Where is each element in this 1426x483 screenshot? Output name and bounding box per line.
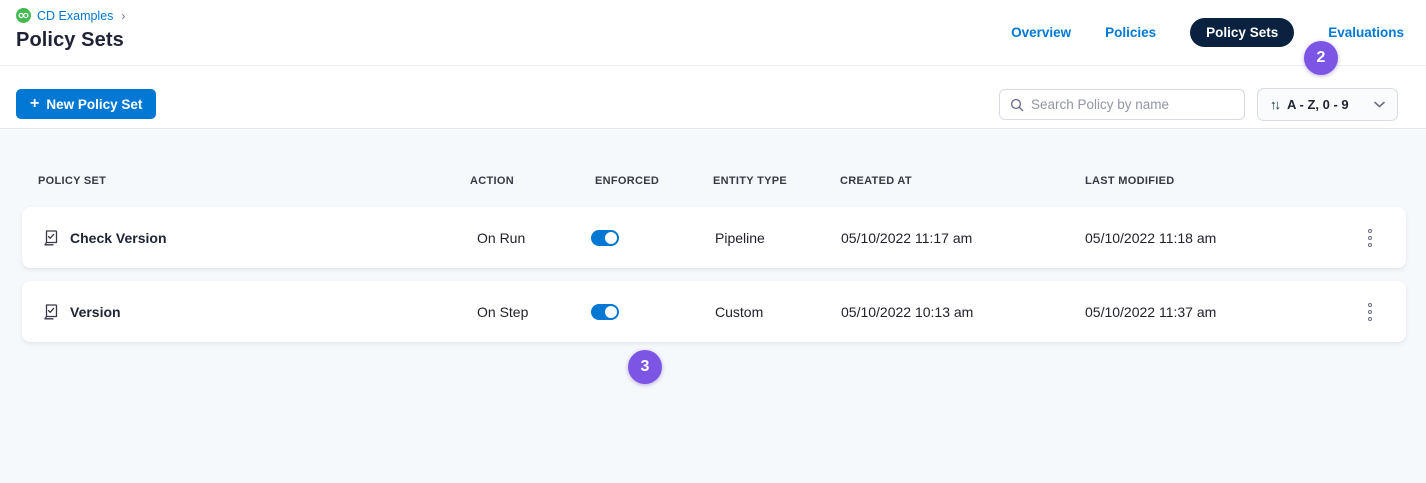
entity-type-value: Pipeline [715,230,765,246]
last-modified-value: 05/10/2022 11:37 am [1085,304,1216,320]
created-at-value: 05/10/2022 11:17 am [841,230,972,246]
column-header-policy-set: POLICY SET [38,175,106,187]
column-header-last-modified: LAST MODIFIED [1085,175,1174,187]
breadcrumb-chevron-icon: › [121,9,125,23]
annotation-badge-3: 3 [628,350,662,384]
table-header-row: POLICY SET ACTION ENFORCED ENTITY TYPE C… [0,175,1426,191]
annotation-badge-2: 2 [1304,41,1338,75]
policy-set-name: Version [70,304,121,320]
plus-icon: + [30,96,39,112]
enforced-toggle[interactable] [591,230,619,246]
tab-overview[interactable]: Overview [1011,25,1071,40]
action-value: On Run [477,230,525,246]
tab-policy-sets[interactable]: Policy Sets [1190,18,1294,47]
enforced-toggle[interactable] [591,304,619,320]
page-header: CD Examples › Policy Sets Overview Polic… [0,0,1426,66]
row-options-menu-icon[interactable] [1362,299,1378,325]
action-value: On Step [477,304,528,320]
column-header-created-at: CREATED AT [840,175,912,187]
search-icon [1010,98,1024,112]
top-nav-tabs: Overview Policies Policy Sets Evaluation… [1011,18,1404,47]
tab-policies[interactable]: Policies [1105,25,1156,40]
toolbar: + New Policy Set ↑↓ A - Z, 0 - 9 [0,67,1426,129]
entity-type-value: Custom [715,304,763,320]
chevron-down-icon [1374,101,1385,108]
created-at-value: 05/10/2022 10:13 am [841,304,973,320]
toggle-knob [605,232,617,244]
page-title: Policy Sets [16,29,124,52]
policy-sets-page: CD Examples › Policy Sets Overview Polic… [0,0,1426,483]
toggle-knob [605,306,617,318]
policy-set-icon [42,303,60,321]
table-section: POLICY SET ACTION ENFORCED ENTITY TYPE C… [0,130,1426,483]
table-row[interactable]: Check Version On Run Pipeline 05/10/2022… [22,207,1406,268]
sort-dropdown[interactable]: ↑↓ A - Z, 0 - 9 [1257,88,1398,121]
search-input[interactable] [1031,97,1234,112]
table-row[interactable]: Version On Step Custom 05/10/2022 10:13 … [22,281,1406,342]
cd-module-icon [16,8,31,23]
sort-icon: ↑↓ [1270,97,1279,112]
row-options-menu-icon[interactable] [1362,225,1378,251]
breadcrumb: CD Examples › [16,8,125,23]
policy-set-name: Check Version [70,230,167,246]
policy-set-icon [42,229,60,247]
column-header-enforced: ENFORCED [595,175,659,187]
tab-evaluations[interactable]: Evaluations [1328,25,1404,40]
sort-selected-value: A - Z, 0 - 9 [1287,97,1366,112]
last-modified-value: 05/10/2022 11:18 am [1085,230,1216,246]
new-policy-set-button[interactable]: + New Policy Set [16,89,156,119]
column-header-action: ACTION [470,175,514,187]
breadcrumb-project-link[interactable]: CD Examples [37,9,113,23]
search-box [999,89,1245,120]
column-header-entity-type: ENTITY TYPE [713,175,787,187]
new-policy-set-button-label: New Policy Set [46,97,142,112]
